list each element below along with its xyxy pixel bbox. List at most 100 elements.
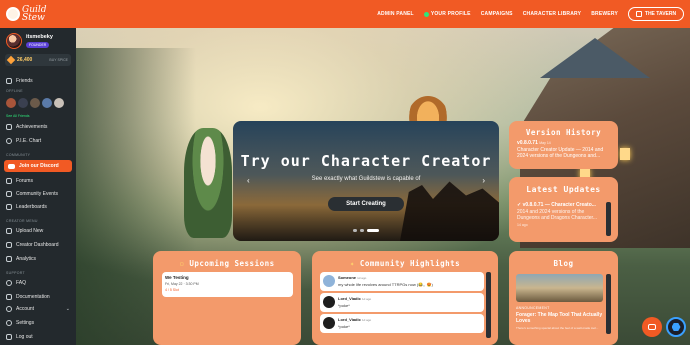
sidebar: itsmebeky FOUNDER 26,400 BUY SPICE Frien… (0, 28, 76, 345)
friend-avatar[interactable] (42, 98, 52, 108)
post-time: 1d ago (361, 297, 372, 301)
sidebar-item-label: Log out (16, 334, 33, 340)
nav-your-profile[interactable]: YOUR PROFILE (423, 11, 471, 17)
join-discord-button[interactable]: Join our Discord (4, 160, 72, 172)
version-history-card[interactable]: Version History v0.8.0.71 May 14 Charact… (509, 121, 618, 169)
friend-avatar[interactable] (18, 98, 28, 108)
guildstew-logo[interactable]: Guild Stew (6, 3, 48, 25)
carousel-prev-icon[interactable]: ‹ (247, 176, 250, 185)
sidebar-item-upload-new[interactable]: Upload New (6, 228, 43, 234)
sidebar-item-logout[interactable]: Log out (6, 334, 33, 340)
post-time: 1d ago (361, 318, 372, 322)
sidebar-item-leaderboards[interactable]: Leaderboards (6, 204, 47, 210)
session-slots: 4 / 5 Slot (165, 288, 179, 292)
carousel-next-icon[interactable]: › (482, 176, 485, 185)
avatar[interactable] (6, 33, 22, 49)
sidebar-item-creator-dashboard[interactable]: Creator Dashboard (6, 242, 59, 248)
session-item[interactable]: We Testing Fri, May 22 · 3:30 PM 4 / 5 S… (162, 272, 293, 297)
blog-card: Blog ANNOUNCEMENT Forager: The Map Tool … (509, 251, 618, 345)
top-navbar: Guild Stew ADMIN PANEL YOUR PROFILE CAMP… (0, 0, 690, 28)
spice-amount: 26,400 (17, 57, 33, 63)
founder-badge: FOUNDER (26, 42, 50, 48)
sidebar-item-settings[interactable]: Settings (6, 320, 34, 326)
highlight-post[interactable]: Someone 1d ago my whole life revolves ar… (320, 272, 484, 291)
sidebar-item-label: Creator Dashboard (16, 242, 59, 248)
version-history-title: Version History (525, 128, 602, 137)
help-icon (6, 280, 12, 286)
trophy-icon (6, 124, 12, 130)
friend-avatar[interactable] (54, 98, 64, 108)
sidebar-item-pie-chart[interactable]: P.I.E. Chart (6, 138, 41, 144)
tavern-icon (635, 11, 642, 17)
nav-campaigns[interactable]: CAMPAIGNS (481, 11, 513, 17)
highlight-post[interactable]: Lord_Viadic 1d ago *poke* (320, 293, 484, 312)
carousel-dots (353, 229, 379, 232)
sidebar-item-documentation[interactable]: Documentation (6, 294, 50, 300)
support-section-label: SUPPORT (6, 271, 25, 275)
nav-brewery[interactable]: BREWERY (591, 11, 618, 17)
friend-avatar[interactable] (6, 98, 16, 108)
sidebar-item-achievements[interactable]: Achievements (6, 124, 47, 130)
upload-icon (6, 228, 12, 234)
blog-scrollbar[interactable] (606, 274, 611, 334)
lit-window (620, 148, 630, 160)
sidebar-item-account[interactable]: Account (6, 306, 34, 312)
highlight-post[interactable]: Lord_Viadic 1d ago *poke* (320, 314, 484, 333)
creator-section-label: CREATOR MENU (6, 219, 38, 223)
hexagon-icon (671, 322, 681, 332)
sidebar-item-friends[interactable]: Friends (6, 78, 33, 84)
sidebar-item-faq[interactable]: FAQ (6, 280, 26, 286)
avatar[interactable] (323, 317, 335, 329)
extension-button[interactable] (666, 317, 686, 337)
sidebar-item-analytics[interactable]: Analytics (6, 256, 36, 262)
community-section-label: COMMUNITY (6, 153, 31, 157)
calendar-icon (6, 191, 12, 197)
carousel-dot[interactable] (360, 229, 364, 232)
gear-icon (6, 320, 12, 326)
post-author: Someone 1d ago (338, 275, 366, 280)
nav-your-profile-label: YOUR PROFILE (430, 11, 471, 17)
sidebar-item-label: P.I.E. Chart (16, 138, 42, 144)
logout-icon (6, 334, 12, 340)
carousel-dot[interactable] (353, 229, 357, 232)
elf-character-illustration (184, 128, 232, 238)
buy-spice-link[interactable]: BUY SPICE (49, 58, 68, 62)
sidebar-item-community-events[interactable]: Community Events (6, 191, 58, 197)
avatar[interactable] (323, 296, 335, 308)
post-time: 1d ago (357, 276, 367, 280)
chat-button[interactable] (642, 317, 662, 337)
spice-icon (6, 55, 16, 65)
sidebar-item-label: Account (16, 306, 35, 312)
see-all-friends-link[interactable]: See All Friends (6, 114, 30, 118)
nav-admin-panel[interactable]: ADMIN PANEL (377, 11, 414, 17)
friend-avatars (6, 98, 64, 108)
hero-carousel: Try our Character Creator See exactly wh… (233, 121, 499, 241)
sidebar-item-forums[interactable]: Forums (6, 178, 33, 184)
session-date: Fri, May 22 · 3:30 PM (165, 282, 199, 286)
blog-headline[interactable]: Forager: The Map Tool That Actually Love… (516, 312, 604, 324)
blog-cover-image[interactable] (516, 274, 603, 302)
update-date: 14 ago (517, 222, 528, 227)
profile-summary[interactable]: itsmebeky FOUNDER (6, 33, 72, 51)
friend-avatar[interactable] (30, 98, 40, 108)
forums-icon (6, 178, 12, 184)
carousel-dot-active[interactable] (367, 229, 379, 232)
avatar[interactable] (323, 275, 335, 287)
chat-bubble-icon (648, 324, 656, 330)
chevron-down-icon[interactable]: ⌄ (66, 306, 70, 312)
discord-icon (8, 163, 15, 169)
post-author-name: Lord_Viadic (338, 296, 361, 301)
updates-scrollbar[interactable] (606, 202, 611, 236)
nav-character-library[interactable]: CHARACTER LIBRARY (523, 11, 582, 17)
document-icon (6, 294, 12, 300)
dashboard-icon (6, 242, 12, 248)
latest-update-item[interactable]: ✓ v0.8.0.71 — Character Creato... 2014 a… (517, 202, 605, 228)
start-creating-button[interactable]: Start Creating (328, 197, 404, 211)
join-discord-label: Join our Discord (19, 163, 59, 169)
highlights-scrollbar[interactable] (486, 272, 491, 338)
upcoming-sessions-card: ▫ Upcoming Sessions We Testing Fri, May … (153, 251, 301, 345)
the-tavern-button[interactable]: THE TAVERN (628, 7, 684, 21)
blog-title: Blog (553, 259, 574, 268)
community-highlights-title: ✦ Community Highlights (312, 259, 498, 268)
post-author: Lord_Viadic 1d ago (338, 317, 371, 322)
